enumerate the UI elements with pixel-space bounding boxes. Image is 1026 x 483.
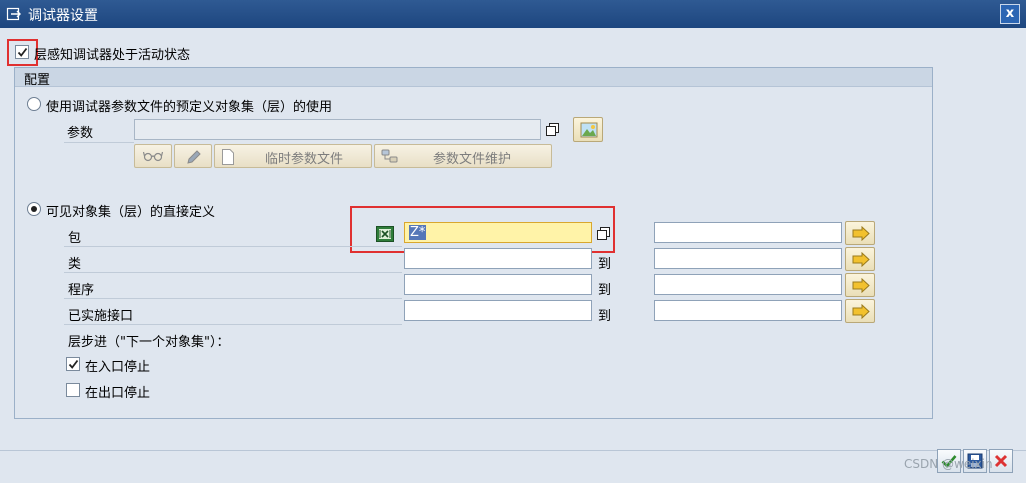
config-group-title: 配置 xyxy=(24,73,51,88)
class-from-input[interactable] xyxy=(404,248,592,269)
param-label: 参数 xyxy=(67,126,94,141)
class-to-input[interactable] xyxy=(654,248,842,269)
cancel-icon xyxy=(994,454,1008,468)
checkmark-icon xyxy=(17,47,28,57)
stop-at-entry-checkbox[interactable] xyxy=(66,357,80,371)
profile-option-label: 使用调试器参数文件的预定义对象集（层）的使用 xyxy=(46,100,333,115)
where-used-button[interactable] xyxy=(134,144,172,168)
value-help-icon[interactable] xyxy=(545,122,561,138)
arrow-right-icon xyxy=(852,304,870,319)
multiple-selection-icon[interactable] xyxy=(376,226,394,242)
multiple-selection-button-interfaces[interactable] xyxy=(845,299,875,323)
watermark-text: CSDN @weixin xyxy=(904,457,993,471)
row-line-interfaces xyxy=(64,324,402,325)
config-group-header: 配置 xyxy=(15,68,932,88)
row-line-program xyxy=(64,298,402,299)
row-label-interfaces: 已实施接口 xyxy=(68,309,134,324)
package-from-value: Z* xyxy=(409,225,427,240)
package-from-input[interactable]: Z* xyxy=(404,222,592,243)
arrow-right-icon xyxy=(852,226,870,241)
package-to-input[interactable] xyxy=(654,222,842,243)
arrow-right-icon xyxy=(852,252,870,267)
temp-profile-button[interactable]: 临时参数文件 xyxy=(214,144,372,168)
close-icon: x xyxy=(1005,6,1015,21)
direct-option-radio[interactable] xyxy=(27,202,41,216)
radio-selected-dot xyxy=(31,206,37,212)
close-button[interactable]: x xyxy=(1000,4,1020,24)
pencil-icon xyxy=(187,150,201,164)
interfaces-from-input[interactable] xyxy=(404,300,592,321)
stop-at-entry-label: 在入口停止 xyxy=(85,360,151,375)
temp-profile-label: 临时参数文件 xyxy=(265,152,344,167)
layer-step-label: 层步进（"下一个对象集"）： xyxy=(68,335,230,350)
edit-button[interactable] xyxy=(174,144,212,168)
profile-option-radio[interactable] xyxy=(27,97,41,111)
profile-maintenance-label: 参数文件维护 xyxy=(433,152,512,167)
multiple-selection-button-program[interactable] xyxy=(845,273,875,297)
document-icon xyxy=(222,149,234,165)
window-title: 调试器设置 xyxy=(28,8,98,24)
arrow-right-icon xyxy=(852,278,870,293)
glasses-icon xyxy=(143,151,163,162)
row-line-class xyxy=(64,272,402,273)
picture-icon xyxy=(580,122,598,138)
to-label-interfaces: 到 xyxy=(598,309,612,324)
row-label-package: 包 xyxy=(68,231,82,246)
window-titlebar: 调试器设置 x xyxy=(0,0,1026,28)
checkmark-icon xyxy=(68,359,79,369)
program-from-input[interactable] xyxy=(404,274,592,295)
to-label-class: 到 xyxy=(598,257,612,272)
row-line-package xyxy=(64,246,402,247)
param-input[interactable] xyxy=(134,119,541,140)
program-to-input[interactable] xyxy=(654,274,842,295)
stop-at-exit-checkbox[interactable] xyxy=(66,383,80,397)
direct-option-label: 可见对象集（层）的直接定义 xyxy=(46,205,216,220)
row-label-class: 类 xyxy=(68,257,82,272)
param-row-line xyxy=(64,142,134,143)
footer-separator xyxy=(0,450,1026,451)
layer-aware-label: 层感知调试器处于活动状态 xyxy=(34,48,191,63)
layer-aware-checkbox[interactable] xyxy=(15,45,29,59)
maintain-icon xyxy=(381,149,398,163)
stop-at-exit-label: 在出口停止 xyxy=(85,386,151,401)
row-label-program: 程序 xyxy=(68,283,95,298)
multiple-selection-button-package[interactable] xyxy=(845,221,875,245)
to-label-program: 到 xyxy=(598,283,612,298)
value-help-icon-package[interactable] xyxy=(596,226,612,242)
interfaces-to-input[interactable] xyxy=(654,300,842,321)
dialog-icon xyxy=(6,6,22,22)
multiple-selection-button-class[interactable] xyxy=(845,247,875,271)
profile-maintenance-button[interactable]: 参数文件维护 xyxy=(374,144,552,168)
profile-image-button[interactable] xyxy=(573,117,603,142)
